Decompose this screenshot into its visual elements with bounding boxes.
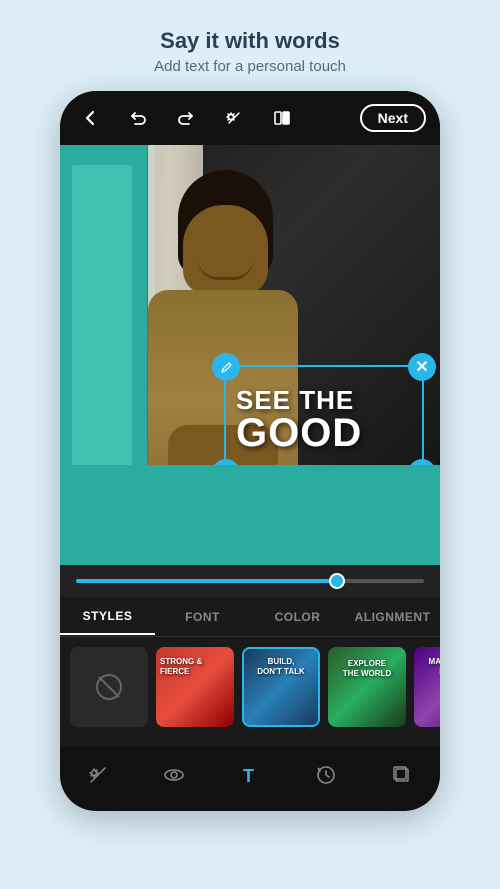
back-button[interactable] xyxy=(74,102,106,134)
phone-frame: Next xyxy=(60,91,440,811)
slider-thumb[interactable] xyxy=(329,573,345,589)
history-button[interactable] xyxy=(306,755,346,795)
next-button[interactable]: Next xyxy=(360,104,426,132)
tab-styles[interactable]: STYLES xyxy=(60,599,155,635)
style-card-make-it[interactable]: MAKE IT SIGNIFIC... xyxy=(414,647,440,727)
styles-row: STRONG &FIERCE BUILD,DON'T TALK EXPLORET… xyxy=(60,637,440,737)
photo-bottom-teal xyxy=(60,465,440,565)
overlay-text: SEE THE GOOD xyxy=(226,367,422,473)
tabs-area: STYLES FONT COLOR ALIGNMENT xyxy=(60,597,440,637)
slider-fill xyxy=(76,579,337,583)
redo-button[interactable] xyxy=(170,102,202,134)
style-card-none[interactable] xyxy=(70,647,148,727)
overlay-line2: GOOD xyxy=(236,413,362,453)
style-card-build[interactable]: BUILD,DON'T TALK xyxy=(242,647,320,727)
person-face xyxy=(183,205,268,295)
svg-text:T: T xyxy=(243,766,254,786)
photo-area: ✕ SEE THE GOOD xyxy=(60,145,440,565)
tab-color[interactable]: COLOR xyxy=(250,600,345,634)
text-overlay-container[interactable]: ✕ SEE THE GOOD xyxy=(224,365,424,475)
header-section: Say it with words Add text for a persona… xyxy=(154,0,346,91)
tab-alignment[interactable]: ALIGNMENT xyxy=(345,600,440,634)
style-card-strong-fierce-label: STRONG &FIERCE xyxy=(160,657,230,676)
page-subtitle: Add text for a personal touch xyxy=(154,58,346,75)
slider-area[interactable] xyxy=(60,565,440,597)
page-title: Say it with words xyxy=(154,28,346,54)
close-handle[interactable]: ✕ xyxy=(408,353,436,381)
text-tool-button[interactable]: T xyxy=(230,755,270,795)
preview-button[interactable] xyxy=(154,755,194,795)
style-card-make-it-label: MAKE IT SIGNIFIC... xyxy=(418,657,440,678)
style-card-build-label: BUILD,DON'T TALK xyxy=(248,657,314,678)
style-card-explore[interactable]: EXPLORETHE WORLD xyxy=(328,647,406,727)
slider-track[interactable] xyxy=(76,579,424,583)
style-card-strong-fierce[interactable]: STRONG &FIERCE xyxy=(156,647,234,727)
bottom-toolbar: T xyxy=(60,747,440,811)
tab-font[interactable]: FONT xyxy=(155,600,250,634)
magic-button[interactable] xyxy=(218,102,250,134)
compare-button[interactable] xyxy=(266,102,298,134)
effects-tool-button[interactable] xyxy=(78,755,118,795)
overlay-line1: SEE THE xyxy=(236,387,354,413)
layers-button[interactable] xyxy=(382,755,422,795)
top-bar: Next xyxy=(60,91,440,145)
style-card-explore-label: EXPLORETHE WORLD xyxy=(332,659,402,680)
undo-button[interactable] xyxy=(122,102,154,134)
edit-handle[interactable] xyxy=(212,353,240,381)
top-bar-left xyxy=(74,102,298,134)
